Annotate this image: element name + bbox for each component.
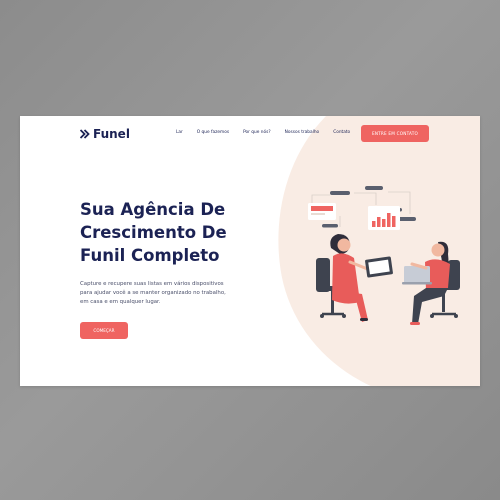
hero-description: Capture e recupere suas listas em vários… (80, 280, 280, 306)
landing-page: Funel Lar O que fazemos Por que nós? Nos… (20, 116, 480, 386)
brand-name: Funel (93, 127, 130, 141)
hero-title: Sua Agência De Crescimento De Funil Comp… (80, 198, 280, 267)
start-button[interactable]: COMEÇAR (80, 322, 128, 339)
woman-left (330, 234, 393, 322)
hero-title-line: Sua Agência De (80, 200, 226, 219)
woman-right (402, 241, 450, 325)
hero-description-line: Capture e recupere suas listas em vários… (80, 281, 224, 287)
two-women-working-illustration (308, 186, 460, 325)
hero-description-line: em casa e em qualquer lugar. (80, 298, 161, 305)
hero-title-line: Crescimento De (80, 223, 227, 242)
nav-item-home[interactable]: Lar (176, 130, 183, 135)
nav-item-why-us[interactable]: Por que nós? (243, 130, 271, 135)
nav-item-what-we-do[interactable]: O que fazemos (197, 130, 229, 135)
nav-item-contact[interactable]: Contato (333, 130, 350, 135)
double-chevron-icon (80, 129, 90, 139)
nav-item-our-work[interactable]: Nossos trabalho (285, 130, 320, 135)
brand-logo[interactable]: Funel (80, 127, 130, 141)
contact-button[interactable]: ENTRE EM CONTATO (361, 125, 429, 142)
main-nav: Lar O que fazemos Por que nós? Nossos tr… (176, 130, 364, 135)
hero-description-line: para ajudar você a se manter organizado … (80, 289, 226, 296)
hero-title-line: Funil Completo (80, 246, 220, 265)
